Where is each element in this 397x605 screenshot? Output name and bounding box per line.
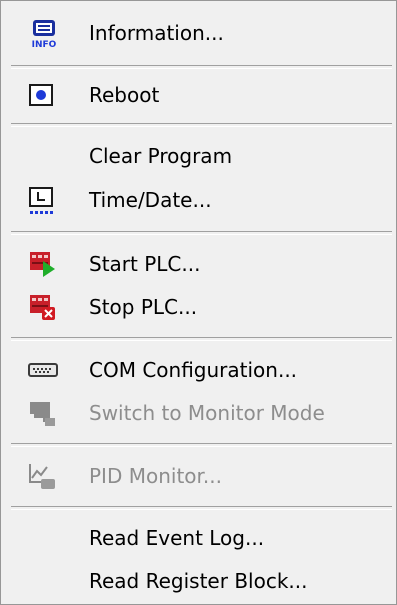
menu-item-label: Reboot	[89, 83, 160, 107]
menu-item-read-event-log[interactable]: Read Event Log...	[1, 516, 396, 560]
menu-separator	[11, 337, 392, 341]
menu-item-reboot[interactable]: Reboot	[1, 73, 396, 117]
menu-item-clear-program[interactable]: Clear Program	[1, 134, 396, 178]
reboot-icon	[27, 80, 63, 112]
monitor-mode-icon	[27, 398, 63, 430]
info-icon: INFO	[27, 18, 63, 50]
menu-item-label: Information...	[89, 21, 224, 45]
menu-item-label: Stop PLC...	[89, 295, 198, 319]
menu-item-label: Read Event Log...	[89, 526, 265, 550]
context-menu: INFO Information... Reboot Clear Program	[0, 0, 397, 605]
menu-item-label: Clear Program	[89, 144, 233, 168]
pid-monitor-icon	[27, 461, 63, 493]
menu-item-read-register-block[interactable]: Read Register Block...	[1, 559, 396, 603]
stop-plc-icon	[27, 292, 63, 324]
menu-item-time-date[interactable]: Time/Date...	[1, 178, 396, 222]
menu-item-label: Read Register Block...	[89, 569, 308, 593]
menu-item-stop-plc[interactable]: Stop PLC...	[1, 285, 396, 329]
com-port-icon	[27, 355, 63, 387]
menu-item-label: COM Configuration...	[89, 358, 298, 382]
clock-icon	[27, 185, 63, 217]
menu-item-com-configuration[interactable]: COM Configuration...	[1, 348, 396, 392]
menu-item-start-plc[interactable]: Start PLC...	[1, 242, 396, 286]
info-icon-text: INFO	[32, 40, 57, 50]
menu-item-switch-to-monitor-mode: Switch to Monitor Mode	[1, 391, 396, 435]
menu-item-label: Time/Date...	[89, 188, 212, 212]
menu-item-information[interactable]: INFO Information...	[1, 11, 396, 55]
menu-separator	[11, 231, 392, 235]
menu-item-label: PID Monitor...	[89, 464, 222, 488]
menu-item-label: Switch to Monitor Mode	[89, 401, 325, 425]
menu-separator	[11, 123, 392, 127]
start-plc-icon	[27, 249, 63, 281]
menu-item-label: Start PLC...	[89, 252, 201, 276]
menu-separator	[11, 65, 392, 69]
menu-item-pid-monitor: PID Monitor...	[1, 454, 396, 498]
menu-separator	[11, 506, 392, 510]
menu-separator	[11, 443, 392, 447]
